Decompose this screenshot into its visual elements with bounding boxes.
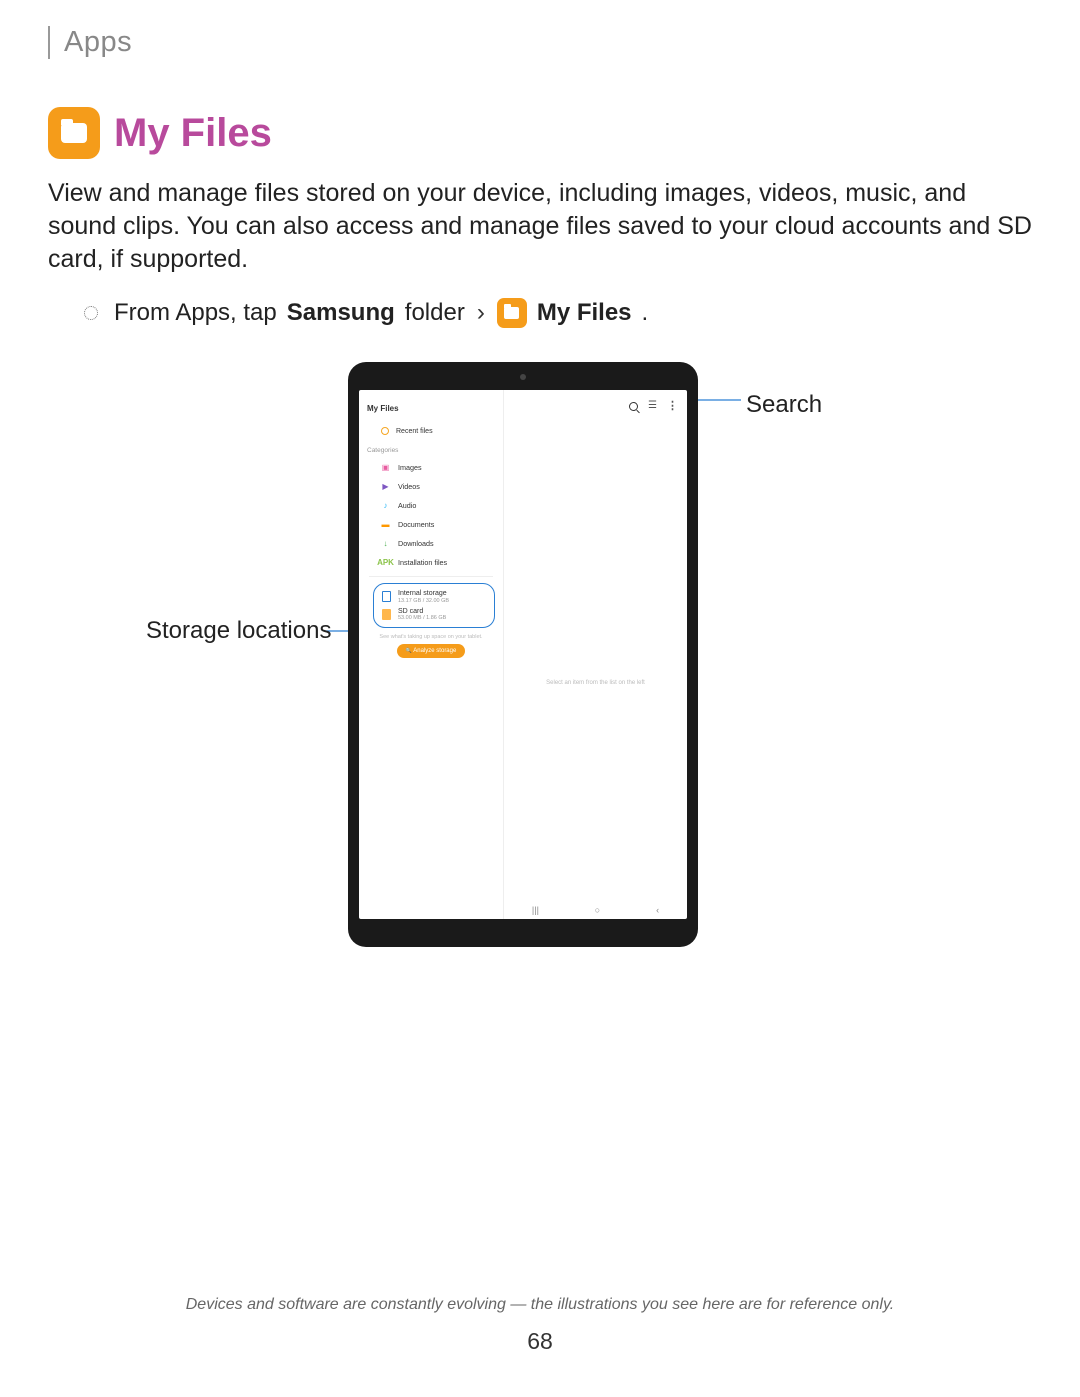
category-label: Downloads xyxy=(398,539,434,548)
search-icon[interactable] xyxy=(629,402,638,411)
categories-header: Categories xyxy=(359,443,503,458)
category-audio[interactable]: ♪ Audio xyxy=(359,496,503,515)
my-files-small-icon xyxy=(497,298,527,328)
callout-storage: Storage locations xyxy=(146,617,331,645)
step-suffix: . xyxy=(642,299,649,327)
analyze-storage-button[interactable]: Analyze storage xyxy=(397,644,466,658)
category-videos[interactable]: ▶ Videos xyxy=(359,477,503,496)
nav-home-icon[interactable]: ○ xyxy=(595,905,600,915)
instruction-step: From Apps, tap Samsung folder › My Files… xyxy=(84,298,1032,328)
app-title: My Files xyxy=(359,396,503,423)
page-number: 68 xyxy=(0,1328,1080,1355)
my-files-app-icon xyxy=(48,107,100,159)
sd-card-size: 53.00 MB / 1.86 GB xyxy=(398,615,446,621)
title-row: My Files xyxy=(48,107,1032,159)
category-label: Videos xyxy=(398,482,420,491)
phone-storage-icon xyxy=(382,591,391,602)
apk-icon: APK xyxy=(381,558,390,567)
category-images[interactable]: ▣ Images xyxy=(359,458,503,477)
tablet-screen: My Files Recent files Categories ▣ Image… xyxy=(359,390,687,919)
tablet-frame: My Files Recent files Categories ▣ Image… xyxy=(348,362,698,947)
page-title: My Files xyxy=(114,111,272,156)
sd-card-icon xyxy=(382,609,391,620)
section-header: Apps xyxy=(48,26,1032,59)
clock-icon xyxy=(381,427,389,435)
step-prefix: From Apps, tap xyxy=(114,299,277,327)
footer-note: Devices and software are constantly evol… xyxy=(0,1296,1080,1314)
tablet-camera xyxy=(520,374,526,380)
empty-state-hint: Select an item from the list on the left xyxy=(504,680,687,686)
storage-locations-box: Internal storage 13.17 GB / 32.00 GB SD … xyxy=(373,583,495,628)
category-documents[interactable]: ▬ Documents xyxy=(359,515,503,534)
folder-icon xyxy=(61,123,87,143)
audio-icon: ♪ xyxy=(381,501,390,510)
device-illustration: Search Storage locations My Files Recent… xyxy=(48,362,1032,982)
intro-paragraph: View and manage files stored on your dev… xyxy=(48,177,1032,276)
more-options-icon[interactable]: ⋮ xyxy=(667,404,677,408)
folder-icon xyxy=(504,307,519,319)
category-label: Documents xyxy=(398,520,434,529)
nav-back-icon[interactable]: ‹ xyxy=(656,905,659,915)
section-label: Apps xyxy=(64,26,1032,59)
callout-search: Search xyxy=(746,391,822,419)
bullet-icon xyxy=(84,306,98,320)
download-icon: ↓ xyxy=(381,539,390,548)
category-label: Audio xyxy=(398,501,416,510)
analyze-note: See what's taking up space on your table… xyxy=(359,634,503,640)
main-panel: ☰ ⋮ Select an item from the list on the … xyxy=(504,390,687,919)
step-app: My Files xyxy=(537,299,632,327)
chevron-right-icon: › xyxy=(477,299,485,327)
view-list-icon[interactable]: ☰ xyxy=(648,401,657,411)
recent-files-label: Recent files xyxy=(396,428,433,435)
step-samsung: Samsung xyxy=(287,299,395,327)
page-footer: Devices and software are constantly evol… xyxy=(0,1296,1080,1355)
divider xyxy=(369,576,493,577)
category-label: Installation files xyxy=(398,558,447,567)
internal-storage-size: 13.17 GB / 32.00 GB xyxy=(398,598,449,604)
side-panel: My Files Recent files Categories ▣ Image… xyxy=(359,390,504,919)
internal-storage-item[interactable]: Internal storage 13.17 GB / 32.00 GB xyxy=(378,588,490,606)
category-installation[interactable]: APK Installation files xyxy=(359,553,503,572)
recent-files-item[interactable]: Recent files xyxy=(359,423,503,443)
document-icon: ▬ xyxy=(381,520,390,529)
sd-card-label: SD card xyxy=(398,608,446,616)
top-toolbar: ☰ ⋮ xyxy=(504,390,687,415)
image-icon: ▣ xyxy=(381,463,390,472)
nav-bar: ||| ○ ‹ xyxy=(504,905,687,915)
category-label: Images xyxy=(398,463,422,472)
step-folder: folder xyxy=(405,299,465,327)
internal-storage-label: Internal storage xyxy=(398,590,449,598)
nav-recent-icon[interactable]: ||| xyxy=(532,905,539,915)
video-icon: ▶ xyxy=(381,482,390,491)
category-downloads[interactable]: ↓ Downloads xyxy=(359,534,503,553)
analyze-section: See what's taking up space on your table… xyxy=(359,634,503,658)
sd-card-item[interactable]: SD card 53.00 MB / 1.86 GB xyxy=(378,606,490,624)
